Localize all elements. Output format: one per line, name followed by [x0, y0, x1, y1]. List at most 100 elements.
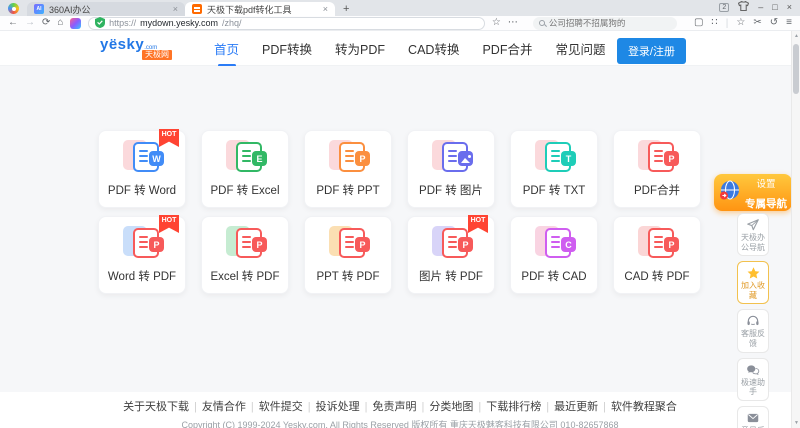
tool-card[interactable]: PDF 转 图片	[407, 130, 495, 208]
tool-card[interactable]: E PDF 转 Excel	[201, 130, 289, 208]
tool-card[interactable]: PHOT图片 转 PDF	[407, 216, 495, 294]
hot-badge: HOT	[468, 215, 488, 233]
scroll-down-icon[interactable]: ▼	[792, 420, 800, 426]
doc-conversion-icon	[429, 140, 473, 174]
maximize-button[interactable]: □	[772, 2, 777, 12]
login-register-button[interactable]: 登录/注册	[617, 38, 686, 64]
badge-line1: 设置	[756, 179, 775, 190]
doc-conversion-icon: P	[223, 226, 267, 260]
footer-link[interactable]: 免责声明	[373, 401, 417, 413]
url-path: /zhq/	[222, 18, 242, 28]
home-icon[interactable]: ⌂	[57, 18, 63, 28]
nav-item[interactable]: PDF合并	[482, 39, 532, 58]
doc-front-shape: P	[339, 228, 365, 258]
side-tool[interactable]: 天极办公导航	[737, 213, 769, 256]
footer-link[interactable]: 软件提交	[259, 401, 303, 413]
tab-360ai-office[interactable]: AI 360AI办公 ×	[27, 2, 185, 16]
nav-item[interactable]: 常见问题	[555, 39, 605, 58]
yesky-logo[interactable]: yësky.com 天极网	[100, 37, 186, 60]
nav-item[interactable]: 转为PDF	[335, 39, 385, 58]
image-glyph-badge	[458, 151, 473, 166]
nav-item[interactable]: CAD转换	[408, 39, 459, 58]
custom-nav-badge[interactable]: 设置 专属导航	[714, 174, 792, 211]
tool-card[interactable]: TPDF 转 TXT	[510, 130, 598, 208]
address-bar[interactable]: https:// mydown.yesky.com/zhq/	[88, 17, 485, 30]
tool-card[interactable]: PHOTWord 转 PDF	[98, 216, 186, 294]
footer-separator: |	[251, 401, 254, 413]
bookmark-star-icon[interactable]: ☆	[492, 18, 501, 28]
tool-card[interactable]: PPDF 转 PPT	[304, 130, 392, 208]
site-footer: 关于天极下载|友情合作|软件提交|投诉处理|免责声明|分类地图|下载排行榜|最近…	[0, 392, 800, 428]
side-tool[interactable]: 加入收藏	[737, 261, 769, 304]
tool-card[interactable]: PCAD 转 PDF	[613, 216, 701, 294]
security-shield-icon[interactable]	[95, 17, 105, 30]
logo-subtitle: 天极网	[142, 50, 172, 60]
card-label: Word 转 PDF	[108, 268, 176, 284]
page-scrollbar[interactable]: ▲ ▼	[791, 31, 800, 428]
letter-badge: P	[355, 237, 370, 252]
url-host: mydown.yesky.com	[140, 18, 218, 28]
ai-office-favicon-icon: AI	[34, 4, 44, 14]
card-label: PDF 转 Excel	[210, 182, 279, 198]
minimize-button[interactable]: –	[758, 2, 763, 12]
browser-window: AI 360AI办公 × 天极下载pdf转化工具 × + 2 – □ × ← →…	[0, 0, 800, 428]
tab-close-icon[interactable]: ×	[323, 4, 328, 14]
footer-link[interactable]: 友情合作	[202, 401, 246, 413]
apps-grid-icon[interactable]: ∷	[711, 18, 717, 28]
letter-badge: E	[252, 151, 267, 166]
toolbar-divider: |	[726, 18, 729, 29]
footer-link[interactable]: 最近更新	[554, 401, 598, 413]
ai-app-icon[interactable]	[70, 18, 81, 29]
side-tool[interactable]: 极速助手	[737, 358, 769, 401]
doc-front-shape: P	[442, 228, 468, 258]
footer-link[interactable]: 投诉处理	[316, 401, 360, 413]
side-tool[interactable]: 客服反馈	[737, 309, 769, 352]
sidebar-icon[interactable]: ▢	[694, 18, 703, 28]
browser-360-logo-icon[interactable]	[8, 3, 19, 14]
headset-icon	[739, 314, 767, 329]
nav-item[interactable]: PDF转换	[262, 39, 312, 58]
tab-close-icon[interactable]: ×	[173, 4, 178, 14]
theme-shirt-icon[interactable]	[738, 1, 749, 13]
toolbar-right-icons: ▢ ∷ | ☆ ✂ ↺ ≡	[694, 18, 792, 29]
card-label: PDF 转 图片	[419, 182, 483, 198]
search-input[interactable]	[549, 18, 659, 28]
url-scheme: https://	[109, 18, 136, 28]
tool-card[interactable]: PExcel 转 PDF	[201, 216, 289, 294]
scrollbar-thumb[interactable]	[793, 44, 799, 94]
doc-front-shape: W	[133, 142, 159, 172]
favorites-add-icon[interactable]: ☆	[736, 18, 745, 28]
more-options-icon[interactable]: ⋯	[508, 18, 518, 28]
menu-icon[interactable]: ≡	[786, 18, 792, 28]
reload-icon[interactable]: ⟳	[42, 18, 50, 28]
yesky-favicon-icon	[192, 4, 202, 14]
tab-yesky-pdf-tool[interactable]: 天极下载pdf转化工具 ×	[185, 2, 335, 16]
tool-card[interactable]: WHOTPDF 转 Word	[98, 130, 186, 208]
footer-link[interactable]: 关于天极下载	[123, 401, 189, 413]
forward-icon[interactable]: →	[25, 18, 35, 28]
nav-item[interactable]: 首页	[214, 39, 239, 58]
side-tool-label: 天极办公导航	[741, 233, 765, 252]
side-tool[interactable]: 意见反馈	[737, 406, 769, 428]
tool-card[interactable]: CPDF 转 CAD	[510, 216, 598, 294]
footer-link[interactable]: 分类地图	[429, 401, 473, 413]
tool-card[interactable]: PPPT 转 PDF	[304, 216, 392, 294]
search-box[interactable]	[533, 17, 677, 30]
close-button[interactable]: ×	[787, 2, 792, 12]
profile-count-badge[interactable]: 2	[719, 3, 729, 12]
footer-link[interactable]: 下载排行榜	[486, 401, 541, 413]
letter-badge: C	[561, 237, 576, 252]
tool-card[interactable]: PPDF合并	[613, 130, 701, 208]
screenshot-scissors-icon[interactable]: ✂	[753, 18, 761, 28]
restore-undo-icon[interactable]: ↺	[770, 18, 778, 28]
footer-link[interactable]: 软件教程聚合	[611, 401, 677, 413]
footer-separator: |	[194, 401, 197, 413]
back-icon[interactable]: ←	[8, 18, 18, 28]
doc-front-shape	[442, 142, 468, 172]
scroll-up-icon[interactable]: ▲	[792, 33, 800, 39]
browser-toolbar: ← → ⟳ ⌂ https://mydown.yesky.com/zhq/ ☆ …	[0, 16, 800, 31]
search-icon	[539, 20, 545, 26]
footer-separator: |	[308, 401, 311, 413]
tab-title: 360AI办公	[49, 3, 168, 16]
new-tab-button[interactable]: +	[343, 3, 349, 15]
